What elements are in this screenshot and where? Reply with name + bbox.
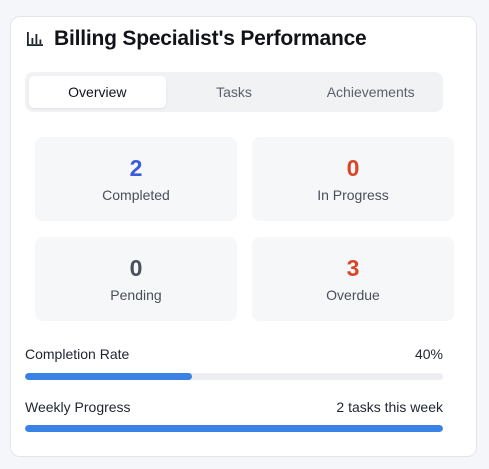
weekly-progress-fill [25, 425, 443, 432]
stat-in-progress: 0 In Progress [252, 137, 454, 221]
stat-completed-value: 2 [129, 155, 143, 181]
page-title: Billing Specialist's Performance [54, 27, 367, 50]
completion-rate-fill [25, 373, 193, 380]
completion-rate-label: Completion Rate [25, 346, 130, 362]
stat-pending-label: Pending [110, 287, 162, 303]
weekly-progress-value: 2 tasks this week [336, 399, 443, 415]
weekly-progress-bar [25, 425, 443, 432]
stat-overdue-label: Overdue [326, 287, 380, 303]
bar-chart-icon [26, 30, 44, 48]
weekly-progress-row: Weekly Progress 2 tasks this week [25, 399, 443, 415]
stat-pending-value: 0 [129, 255, 143, 281]
completion-rate-row: Completion Rate 40% [25, 346, 443, 362]
stat-completed-label: Completed [102, 187, 170, 203]
completion-rate-bar [25, 373, 443, 380]
stat-overdue-value: 3 [346, 255, 360, 281]
tab-tasks[interactable]: Tasks [166, 76, 303, 108]
stat-completed: 2 Completed [35, 137, 237, 221]
stat-overdue: 3 Overdue [252, 237, 454, 321]
card-header: Billing Specialist's Performance [26, 27, 367, 51]
stat-in-progress-value: 0 [346, 155, 360, 181]
completion-rate-value: 40% [414, 346, 443, 362]
tab-bar: Overview Tasks Achievements [25, 72, 443, 112]
stat-in-progress-label: In Progress [317, 187, 389, 203]
tab-achievements[interactable]: Achievements [302, 76, 439, 108]
stat-pending: 0 Pending [35, 237, 237, 321]
weekly-progress-label: Weekly Progress [25, 399, 131, 415]
tab-overview[interactable]: Overview [29, 76, 166, 108]
